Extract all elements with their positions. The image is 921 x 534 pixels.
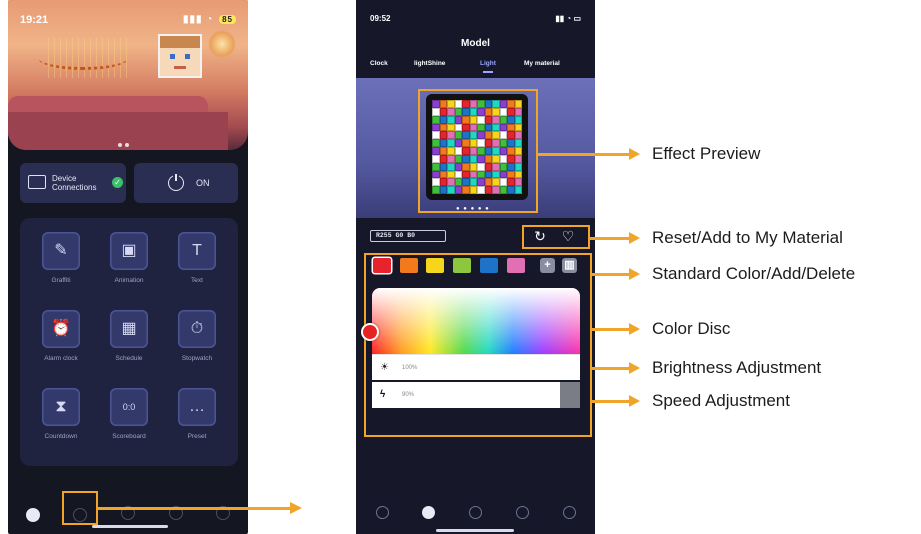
- effect-preview-highlight: [418, 89, 538, 213]
- brightness-arrow: [592, 363, 640, 374]
- scoreboard-icon: 0:0: [110, 388, 148, 426]
- graffiti-tile[interactable]: ✎ Graffiti: [34, 232, 88, 290]
- active-tab-indicator: [483, 71, 493, 73]
- speed-callout: Speed Adjustment: [652, 391, 790, 410]
- calendar-icon: ▦: [110, 310, 148, 348]
- status-time: 09:52: [370, 14, 391, 23]
- animation-tile[interactable]: ▣ Animation: [102, 232, 156, 290]
- text-icon: T: [178, 232, 216, 270]
- check-icon: ✓: [112, 177, 123, 188]
- status-icons: ▮▮▮ ◔ 85: [183, 14, 236, 25]
- left-phone-screen: 19:21 ▮▮▮ ◔ 85 Device Connections ✓ ON ✎…: [8, 0, 248, 534]
- tile-label: Alarm clock: [44, 355, 78, 362]
- model-icon[interactable]: [422, 506, 435, 519]
- alarm-clock-icon: ⏰: [42, 310, 80, 348]
- effect-preview-arrow: [538, 149, 640, 160]
- reset-add-arrow: [590, 233, 640, 244]
- tab-lightshine[interactable]: lightShine: [414, 60, 445, 67]
- tab-my-material[interactable]: My material: [524, 60, 560, 67]
- carousel-dots[interactable]: [118, 134, 142, 147]
- rgb-readout: R255 G0 B0: [370, 230, 446, 242]
- standard-color-arrow: [592, 269, 640, 280]
- status-bar: 19:21 ▮▮▮ ◔ 85: [20, 12, 236, 28]
- tab-light[interactable]: Light: [480, 60, 496, 67]
- reset-add-callout: Reset/Add to My Material: [652, 228, 843, 247]
- text-tile[interactable]: T Text: [170, 232, 224, 290]
- page-title: Model: [461, 38, 490, 49]
- tile-label: Scoreboard: [112, 433, 146, 440]
- schedule-tile[interactable]: ▦ Schedule: [102, 310, 156, 368]
- status-time: 19:21: [20, 14, 49, 26]
- status-bar: 09:52 ▮▮ ◔ ▭: [370, 14, 581, 23]
- power-button[interactable]: ON: [134, 163, 238, 203]
- hero-banner: 19:21 ▮▮▮ ◔ 85: [8, 0, 248, 150]
- pointer-arrow: [98, 502, 302, 513]
- animation-icon: ▣: [110, 232, 148, 270]
- graffiti-icon: ✎: [42, 232, 80, 270]
- tile-label: Schedule: [115, 355, 143, 362]
- explore-icon[interactable]: [376, 506, 389, 519]
- device-icon: [28, 175, 46, 189]
- color-disc-callout: Color Disc: [652, 319, 731, 338]
- hourglass-icon: ⧗: [42, 388, 80, 426]
- mode-tabs: Clock lightShine Light My material: [356, 60, 595, 74]
- stopwatch-tile[interactable]: ⏱ Stopwatch: [170, 310, 224, 368]
- model-tab-highlight: [62, 491, 98, 525]
- effect-preview-callout: Effect Preview: [652, 144, 761, 163]
- cloud-icon[interactable]: [469, 506, 482, 519]
- explore-icon[interactable]: [26, 508, 40, 522]
- stopwatch-icon: ⏱: [178, 310, 216, 348]
- tile-label: Animation: [114, 277, 144, 284]
- brightness-callout: Brightness Adjustment: [652, 358, 822, 377]
- home-indicator: [436, 529, 514, 532]
- garland-decoration: [38, 30, 128, 70]
- music-icon[interactable]: [516, 506, 529, 519]
- pixel-display-image: [158, 34, 202, 78]
- color-panel-highlight: [364, 253, 592, 437]
- tile-label: Countdown: [44, 433, 78, 440]
- device-connections-label: Device Connections: [52, 174, 97, 192]
- bottom-nav: [8, 496, 248, 534]
- preset-icon: …: [178, 388, 216, 426]
- tile-label: Preset: [187, 433, 207, 440]
- tab-clock[interactable]: Clock: [370, 60, 388, 67]
- tile-label: Text: [191, 277, 203, 284]
- power-label: ON: [196, 178, 210, 188]
- standard-color-callout: Standard Color/Add/Delete: [652, 264, 856, 283]
- alarm-clock-tile[interactable]: ⏰ Alarm clock: [34, 310, 88, 368]
- feature-grid: ✎ Graffiti ▣ Animation T Text ⏰ Alarm cl…: [20, 218, 238, 466]
- scoreboard-tile[interactable]: 0:0 Scoreboard: [102, 388, 156, 446]
- home-indicator: [92, 525, 168, 528]
- tile-label: Stopwatch: [181, 355, 213, 362]
- battery-icon: 85: [219, 15, 236, 24]
- countdown-tile[interactable]: ⧗ Countdown: [34, 388, 88, 446]
- settings-icon[interactable]: [563, 506, 576, 519]
- reset-add-highlight: [522, 225, 590, 249]
- speed-arrow: [592, 396, 640, 407]
- bottom-nav: [356, 496, 595, 534]
- tile-label: Graffiti: [51, 277, 71, 284]
- color-disc-arrow: [592, 324, 640, 335]
- lamp-glow: [208, 30, 236, 58]
- power-icon: [168, 174, 184, 191]
- preset-tile[interactable]: … Preset: [170, 388, 224, 446]
- color-disc-handle[interactable]: [361, 323, 379, 341]
- device-connections-button[interactable]: Device Connections ✓: [20, 163, 126, 203]
- status-icons: ▮▮ ◔ ▭: [555, 14, 581, 23]
